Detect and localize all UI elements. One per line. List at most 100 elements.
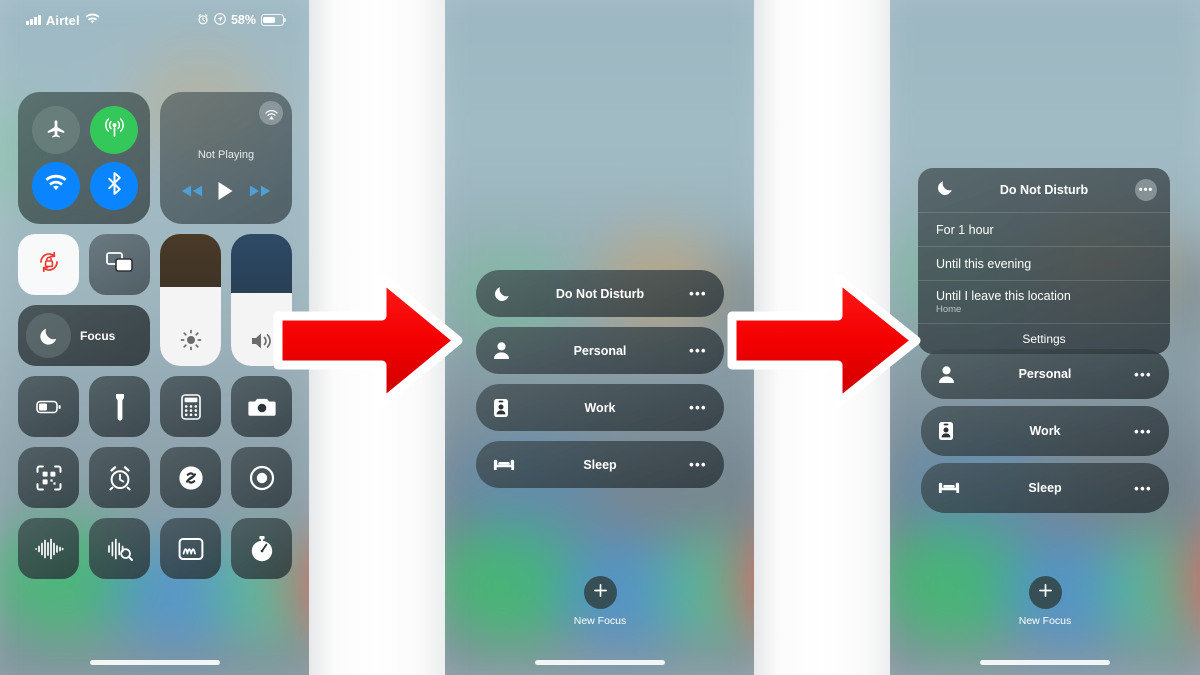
rewind-button[interactable]	[181, 184, 203, 203]
cellular-data-toggle[interactable]	[90, 106, 138, 154]
dnd-option-label: Until this evening	[936, 256, 1032, 271]
new-focus-label: New Focus	[1018, 615, 1072, 627]
id-badge-icon	[938, 421, 954, 441]
focus-more-button[interactable]: •••	[1134, 368, 1152, 381]
focus-label: Do Not Disturb	[555, 286, 645, 301]
new-focus-section: New Focus	[890, 576, 1200, 627]
new-focus-button[interactable]	[583, 576, 617, 609]
home-indicator[interactable]	[535, 660, 665, 665]
person-icon	[938, 365, 955, 384]
cellular-signal-icon	[103, 116, 126, 144]
focus-more-button[interactable]: •••	[1134, 482, 1152, 495]
focus-list: Personal ••• Work ••• Sleep •••	[921, 349, 1169, 520]
focus-button-label: Focus	[80, 328, 116, 343]
focus-list: Do Not Disturb ••• Personal ••• Work •••	[476, 270, 724, 498]
screenshot-stage: Airtel 58% Not Playing Focus Do Not Dist…	[0, 0, 1200, 675]
brightness-icon	[160, 328, 221, 352]
carrier-label: Airtel	[45, 12, 80, 28]
dnd-option-label: Until I leave this location	[936, 289, 1071, 303]
focus-more-button[interactable]: •••	[689, 458, 707, 471]
moon-icon	[936, 178, 955, 202]
phone-panel-3: Do Not Disturb ••• For 1 hour Until this…	[890, 0, 1200, 675]
shazam-button[interactable]	[160, 447, 221, 508]
code-scanner-button[interactable]	[18, 447, 79, 508]
location-arrow-icon	[214, 12, 226, 28]
person-icon	[493, 341, 510, 360]
wifi-icon	[85, 13, 100, 28]
sound-recognition-button[interactable]	[18, 518, 79, 579]
focus-do-not-disturb[interactable]: Do Not Disturb •••	[476, 270, 724, 317]
focus-personal[interactable]: Personal •••	[476, 327, 724, 374]
battery-percent-label: 58%	[230, 13, 256, 27]
wifi-icon	[44, 174, 68, 198]
phone-panel-2: Do Not Disturb ••• Personal ••• Work •••	[445, 0, 755, 675]
dnd-expanded-card: Do Not Disturb ••• For 1 hour Until this…	[918, 168, 1170, 354]
screen-recording-button[interactable]	[231, 447, 292, 508]
dnd-card-header[interactable]: Do Not Disturb •••	[918, 168, 1170, 212]
focus-more-button[interactable]: •••	[1134, 425, 1152, 438]
calculator-button[interactable]	[160, 376, 221, 437]
low-power-mode-button[interactable]	[18, 376, 79, 437]
focus-sleep[interactable]: Sleep •••	[921, 463, 1169, 513]
new-focus-button[interactable]	[1028, 576, 1062, 609]
focus-label: Work	[584, 400, 616, 415]
bluetooth-toggle[interactable]	[90, 162, 138, 210]
hearing-button[interactable]	[89, 518, 150, 579]
bluetooth-icon	[107, 172, 122, 200]
dnd-until-i-leave-this-location[interactable]: Until I leave this location Home	[918, 280, 1170, 323]
timer-button[interactable]	[231, 518, 292, 579]
brightness-slider[interactable]	[160, 234, 221, 366]
dnd-until-this-evening[interactable]: Until this evening	[918, 246, 1170, 280]
new-focus-label: New Focus	[573, 615, 627, 627]
control-center-grid	[18, 376, 292, 579]
flashlight-button[interactable]	[89, 376, 150, 437]
phone-panel-1: Airtel 58% Not Playing Focus	[0, 0, 310, 675]
moon-icon	[26, 313, 71, 358]
plus-icon	[593, 583, 608, 603]
focus-personal[interactable]: Personal •••	[921, 349, 1169, 399]
bed-icon	[938, 480, 960, 496]
screen-mirroring-button[interactable]	[89, 234, 150, 295]
battery-icon	[261, 14, 286, 26]
control-center: Not Playing Focus	[18, 92, 292, 579]
focus-work[interactable]: Work •••	[921, 406, 1169, 456]
focus-more-button[interactable]: •••	[689, 401, 707, 414]
id-badge-icon	[493, 398, 509, 418]
step-arrow-2	[726, 268, 922, 413]
plus-icon	[1038, 583, 1053, 603]
rotation-lock-button[interactable]	[18, 234, 79, 295]
dnd-for-one-hour[interactable]: For 1 hour	[918, 212, 1170, 246]
now-playing-status: Not Playing	[197, 149, 255, 161]
notes-button[interactable]	[160, 518, 221, 579]
rotation-lock-icon	[35, 248, 63, 281]
cellular-bars-icon	[26, 15, 41, 25]
dnd-more-button[interactable]: •••	[1135, 179, 1157, 201]
status-bar: Airtel 58%	[0, 0, 310, 40]
dnd-card-title: Do Not Disturb	[999, 183, 1089, 197]
play-button[interactable]	[217, 181, 234, 206]
alarm-clock-icon	[197, 13, 209, 28]
focus-work[interactable]: Work •••	[476, 384, 724, 431]
focus-button[interactable]: Focus	[18, 305, 150, 366]
focus-more-button[interactable]: •••	[689, 344, 707, 357]
focus-label: Personal	[1018, 367, 1072, 381]
alarm-button[interactable]	[89, 447, 150, 508]
now-playing-tile[interactable]: Not Playing	[160, 92, 292, 224]
airplane-mode-toggle[interactable]	[32, 106, 80, 154]
bed-icon	[493, 457, 515, 473]
connectivity-tile	[18, 92, 150, 224]
wifi-toggle[interactable]	[32, 162, 80, 210]
dnd-option-label: For 1 hour	[936, 222, 994, 237]
dnd-option-sublabel: Home	[936, 304, 962, 315]
focus-label: Personal	[573, 343, 627, 358]
focus-more-button[interactable]: •••	[689, 287, 707, 300]
home-indicator[interactable]	[90, 660, 220, 665]
focus-sleep[interactable]: Sleep •••	[476, 441, 724, 488]
step-arrow-1	[272, 268, 464, 413]
new-focus-section: New Focus	[445, 576, 755, 627]
screen-mirroring-icon	[105, 250, 135, 279]
home-indicator[interactable]	[980, 660, 1110, 665]
moon-icon	[493, 284, 512, 303]
fast-forward-button[interactable]	[249, 184, 271, 203]
airplay-icon[interactable]	[259, 101, 283, 125]
